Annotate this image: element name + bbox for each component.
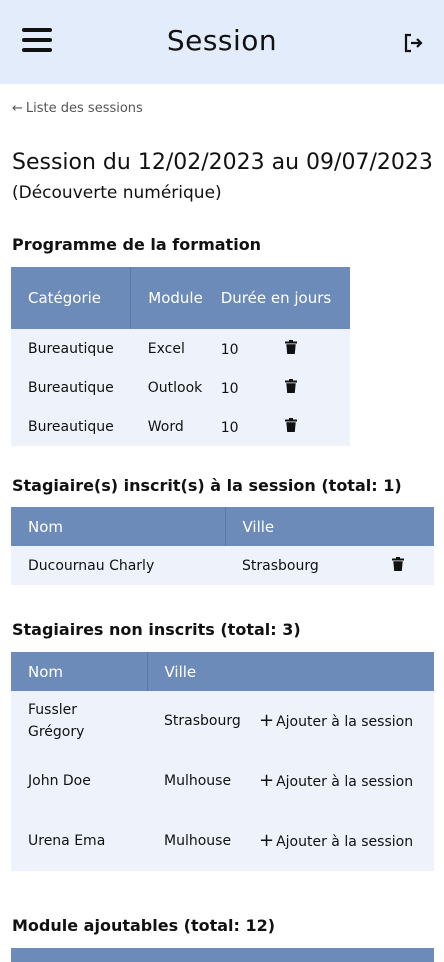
- non-inscrits-table: Nom Ville Fussler Grégory Strasbourg + Ajou…: [11, 652, 434, 871]
- inscrits-section-title: Stagiaire(s) inscrit(s) à la session (to…: [12, 476, 402, 495]
- cell-nom: Fussler Grégory: [28, 702, 85, 740]
- cell-ville: Mulhouse: [164, 773, 232, 789]
- cell-categorie: Bureautique: [28, 418, 114, 435]
- cell-nom: Ducournau Charly: [28, 557, 155, 574]
- duree-value: 10: [220, 419, 239, 436]
- duree-value: 10: [220, 341, 239, 358]
- trash-icon[interactable]: [284, 417, 297, 432]
- column-header-nom: Nom: [11, 507, 226, 546]
- column-header-ville: Ville: [147, 652, 434, 691]
- logout-icon[interactable]: [402, 32, 424, 54]
- back-to-sessions-link[interactable]: ← Liste des sessions: [12, 101, 143, 116]
- plus-icon: +: [259, 769, 275, 791]
- session-title: Session du 12/02/2023 au 09/07/2023: [12, 150, 433, 175]
- plus-icon: +: [259, 829, 275, 851]
- cell-nom: Urena Ema: [28, 833, 106, 849]
- add-to-session-label: Ajouter à la session: [276, 713, 414, 730]
- column-header-duree: Durée en jours: [220, 267, 350, 329]
- trash-icon[interactable]: [284, 378, 297, 393]
- add-to-session-label: Ajouter à la session: [276, 773, 414, 790]
- add-to-session-button[interactable]: + Ajouter à la session: [259, 691, 434, 751]
- column-header-module: Module: [130, 267, 221, 329]
- cell-duree: 10: [221, 329, 350, 368]
- programme-row: Bureautique Word 10: [11, 407, 350, 446]
- back-link-label: Liste des sessions: [25, 101, 143, 116]
- non-inscrits-section-title: Stagiaires non inscrits (total: 3): [12, 620, 301, 639]
- plus-icon: +: [259, 709, 275, 731]
- add-to-session-button[interactable]: + Ajouter à la session: [259, 751, 434, 811]
- duree-value: 10: [220, 380, 239, 397]
- cell-categorie: Bureautique: [28, 379, 114, 396]
- add-to-session-label: Ajouter à la session: [276, 833, 414, 850]
- modules-section-title: Module ajoutables (total: 12): [12, 916, 276, 935]
- cell-duree: 10: [221, 368, 350, 407]
- cell-actions: [375, 546, 434, 585]
- cell-categorie: Bureautique: [28, 340, 114, 357]
- cell-ville: Strasbourg: [164, 713, 241, 729]
- cell-module: Outlook: [147, 379, 203, 396]
- cell-nom: John Doe: [28, 773, 91, 789]
- non-inscrit-row: Fussler Grégory Strasbourg + Ajouter à la s…: [11, 691, 434, 751]
- add-to-session-button[interactable]: + Ajouter à la session: [259, 811, 434, 871]
- arrow-left-icon: ←: [12, 101, 23, 116]
- inscrit-row: Ducournau Charly Strasbourg: [11, 546, 434, 585]
- non-inscrit-row: John Doe Mulhouse + Ajouter à la session: [11, 751, 434, 811]
- cell-module: Excel: [147, 340, 185, 357]
- page-header-title: Session: [166, 24, 278, 57]
- cell-ville: Mulhouse: [164, 833, 232, 849]
- app-header: Session: [0, 0, 444, 84]
- inscrits-table: Nom Ville Ducournau Charly Strasbourg: [11, 507, 434, 585]
- session-subtitle: (Découverte numérique): [12, 183, 222, 203]
- programme-row: Bureautique Excel 10: [11, 329, 350, 368]
- non-inscrit-row: Urena Ema Mulhouse + Ajouter à la session: [11, 811, 434, 871]
- trash-icon[interactable]: [284, 339, 297, 354]
- modules-table-header: [11, 948, 434, 962]
- programme-table: Catégorie Module Durée en jours Bureauti…: [11, 267, 350, 446]
- cell-ville: Strasbourg: [242, 557, 319, 574]
- column-header-categorie: Catégorie: [11, 267, 132, 329]
- cell-module: Word: [147, 418, 184, 435]
- programme-row: Bureautique Outlook 10: [11, 368, 350, 407]
- column-header-ville: Ville: [225, 507, 434, 546]
- column-header-nom: Nom: [11, 652, 148, 691]
- cell-duree: 10: [221, 407, 350, 446]
- trash-icon[interactable]: [392, 556, 404, 571]
- programme-section-title: Programme de la formation: [12, 235, 262, 254]
